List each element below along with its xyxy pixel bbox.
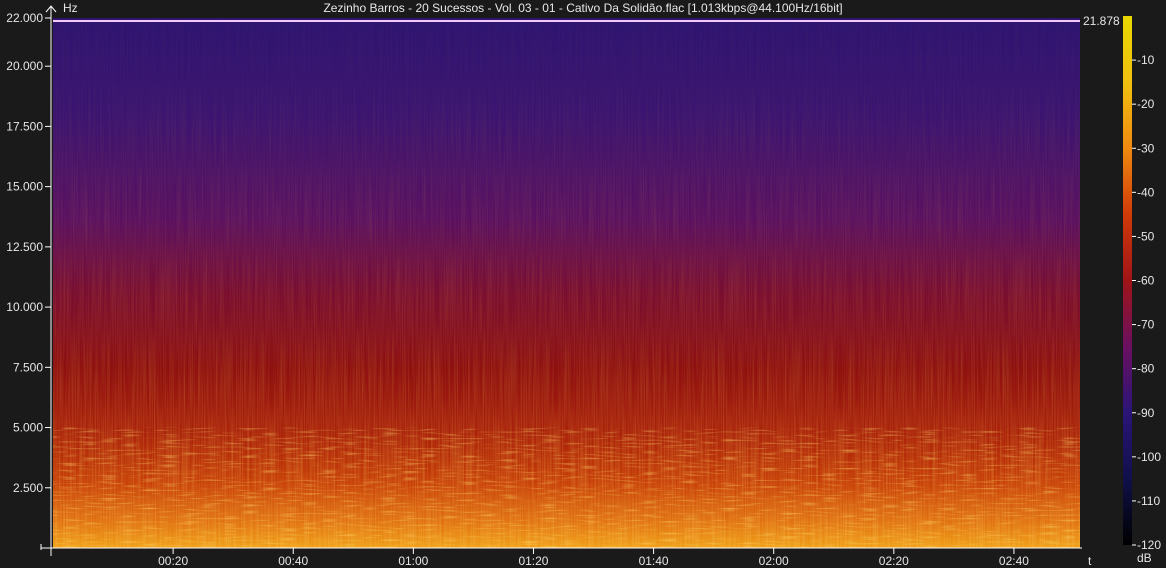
y-tick-label: 12.500 (6, 240, 43, 254)
cutoff-label: 21.878 (1083, 14, 1120, 28)
colorbar-tick-label: -100 (1137, 450, 1161, 464)
x-tick-label: 02:20 (879, 554, 909, 568)
colorbar-tick-label: -70 (1137, 318, 1155, 332)
colorbar-tick-label: -90 (1137, 406, 1155, 420)
y-tick-label: 7.500 (13, 360, 43, 374)
colorbar-tick-label: -120 (1137, 538, 1161, 552)
y-tick-label: 22.000 (6, 11, 43, 25)
x-tick-label: 01:40 (639, 554, 669, 568)
spectrogram-chart: 21.878 Hz t 2.500 5.000 7.500 10.000 12.500 15.0… (6, 1, 1161, 568)
x-tick-label: 00:40 (278, 554, 308, 568)
colorbar-unit: dB (1137, 551, 1152, 565)
x-tick-label: 02:40 (999, 554, 1029, 568)
x-tick-label: 00:20 (158, 554, 188, 568)
colorbar-tick-label: -40 (1137, 185, 1155, 199)
spectrogram-plot-area (53, 18, 1080, 548)
x-tick-label: 01:20 (518, 554, 548, 568)
y-tick-label: 15.000 (6, 180, 43, 194)
x-tick-label: 02:00 (759, 554, 789, 568)
x-tick-label: 01:00 (398, 554, 428, 568)
colorbar-tick-label: -30 (1137, 141, 1155, 155)
y-tick-label: 10.000 (6, 300, 43, 314)
colorbar-tick-label: -80 (1137, 362, 1155, 376)
colorbar-tick-label: -60 (1137, 274, 1155, 288)
y-tick-label: 20.000 (6, 59, 43, 73)
x-axis-label: t (1088, 554, 1092, 568)
colorbar-tick-label: -20 (1137, 97, 1155, 111)
colorbar-tick-label: -50 (1137, 229, 1155, 243)
colorbar: -10 -20 -30 -40 -50 -60 -70 -80 -90 -100 -110 -120d… (1123, 16, 1161, 565)
y-tick-label: 17.500 (6, 119, 43, 133)
colorbar-tick-label: -110 (1137, 494, 1160, 508)
colorbar-gradient (1123, 16, 1132, 545)
spectrogram-harmonics (53, 427, 1080, 548)
colorbar-tick-label: -10 (1137, 53, 1155, 67)
y-axis-label: Hz (63, 1, 78, 15)
y-tick-label: 2.500 (13, 481, 43, 495)
y-tick-label: 5.000 (13, 421, 43, 435)
